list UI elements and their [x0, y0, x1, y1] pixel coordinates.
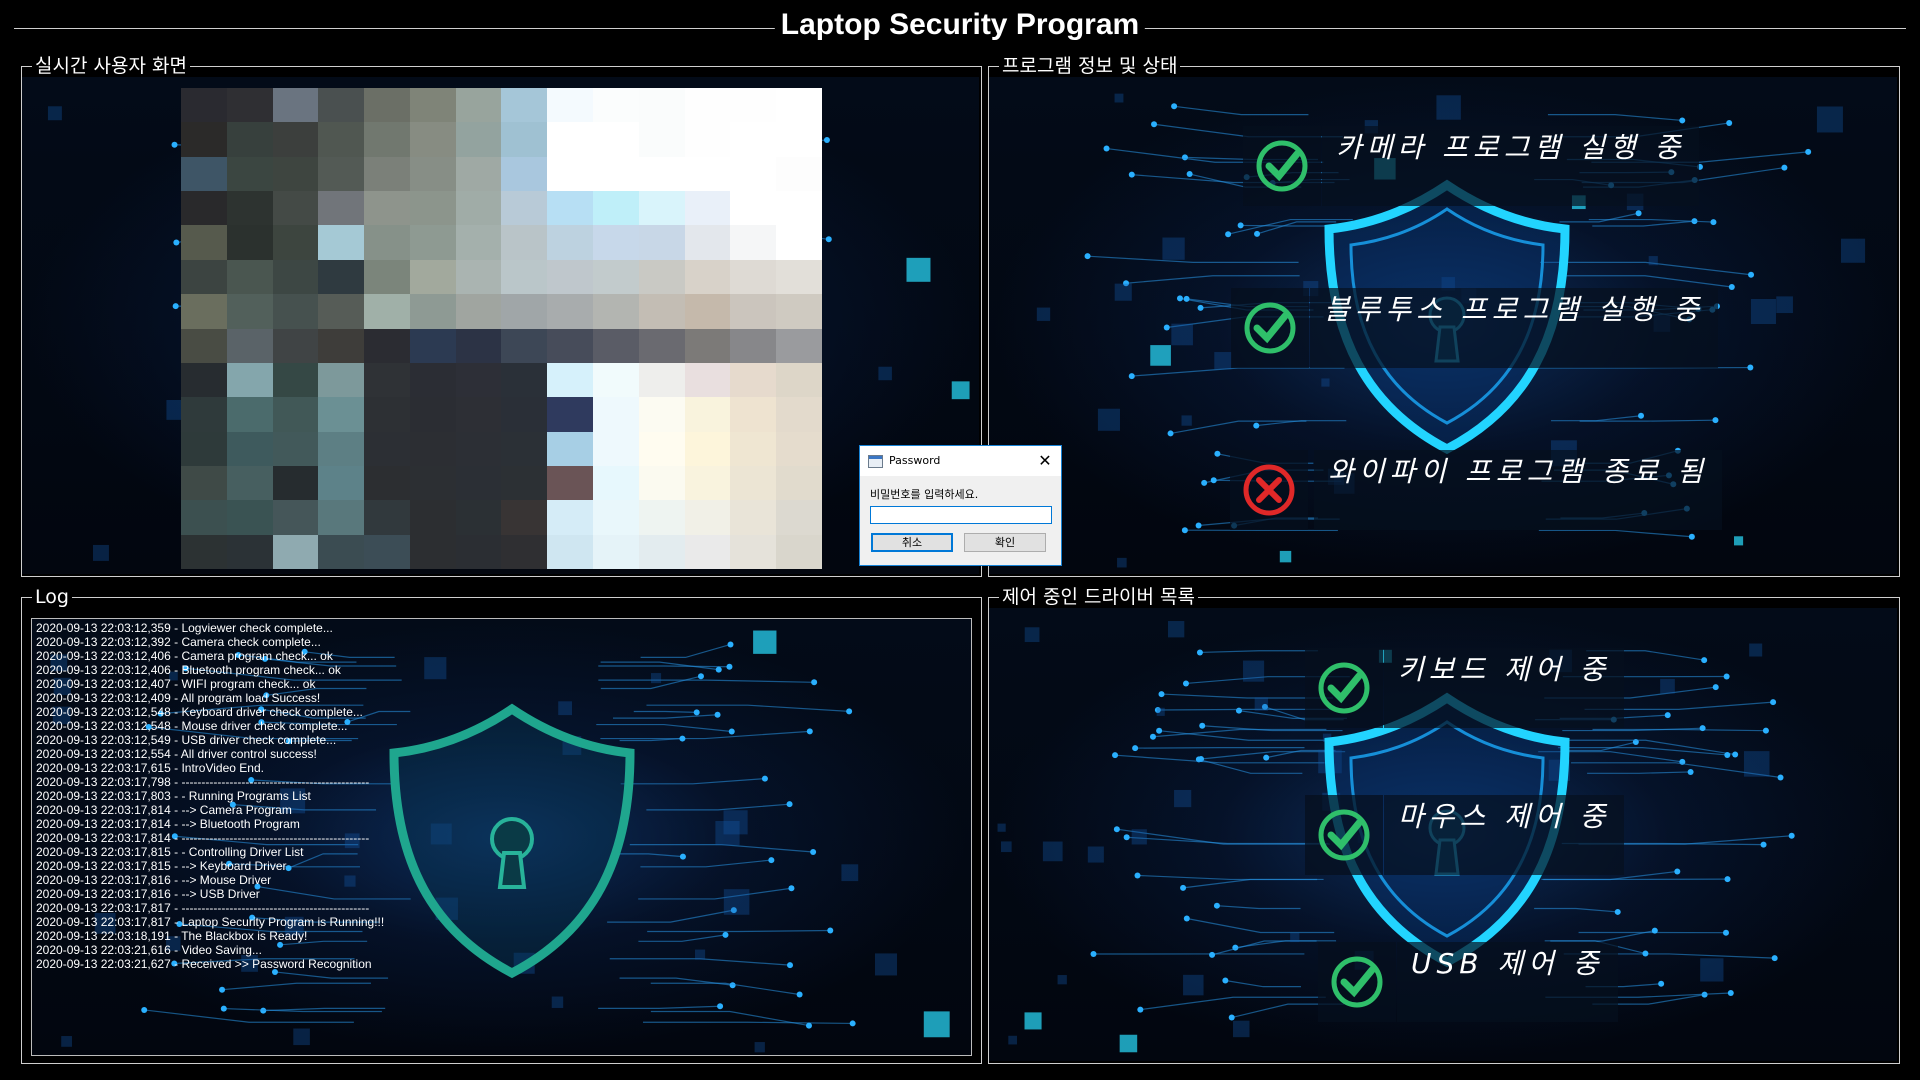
check-icon	[1305, 795, 1383, 875]
log-line: 2020-09-13 22:03:17,815 - - Controlling …	[36, 845, 304, 859]
status-wifi-label: 와이파이 프로그램 종료 됨	[1314, 450, 1723, 530]
status-bluetooth-label: 블루투스 프로그램 실행 중	[1310, 288, 1719, 368]
x-icon	[1230, 450, 1308, 530]
log-line: 2020-09-13 22:03:12,406 - Camera program…	[36, 649, 333, 663]
log-line: 2020-09-13 22:03:17,615 - IntroVideo End…	[36, 761, 264, 775]
log-line: 2020-09-13 22:03:17,814 - --> Camera Pro…	[36, 803, 292, 817]
drivers-title: 제어 중인 드라이버 목록	[999, 584, 1198, 610]
log-line: 2020-09-13 22:03:17,798 - --------------…	[36, 775, 370, 789]
log-line: 2020-09-13 22:03:17,803 - - Running Prog…	[36, 789, 311, 803]
log-line: 2020-09-13 22:03:12,548 - Keyboard drive…	[36, 705, 363, 719]
dialog-titlebar[interactable]: Password ✕	[860, 446, 1061, 476]
log-line: 2020-09-13 22:03:12,548 - Mouse driver c…	[36, 719, 348, 733]
log-line: 2020-09-13 22:03:21,616 - Video Saving..…	[36, 943, 262, 957]
ok-button[interactable]: 확인	[964, 533, 1046, 552]
password-input[interactable]	[870, 506, 1052, 524]
log-line: 2020-09-13 22:03:12,549 - USB driver che…	[36, 733, 337, 747]
log-lines: 2020-09-13 22:03:12,359 - Logviewer chec…	[36, 621, 384, 971]
app-title: Laptop Security Program	[774, 8, 1146, 42]
program-status-title: 프로그램 정보 및 상태	[999, 53, 1181, 79]
dialog-title: Password	[889, 454, 941, 467]
log-line: 2020-09-13 22:03:17,816 - --> USB Driver	[36, 887, 260, 901]
log-line: 2020-09-13 22:03:12,359 - Logviewer chec…	[36, 621, 333, 635]
log-title: Log	[32, 584, 72, 610]
log-line: 2020-09-13 22:03:17,814 - --> Bluetooth …	[36, 817, 300, 831]
log-line: 2020-09-13 22:03:12,407 - WIFI program c…	[36, 677, 316, 691]
window-icon	[868, 455, 883, 468]
log-line: 2020-09-13 22:03:17,814 - --------------…	[36, 831, 370, 845]
check-icon	[1318, 942, 1396, 1022]
password-prompt: 비밀번호를 입력하세요.	[870, 488, 979, 501]
shield-icon	[389, 703, 635, 979]
log-line: 2020-09-13 22:03:12,406 - Bluetooth prog…	[36, 663, 341, 677]
check-icon	[1243, 126, 1321, 206]
driver-mouse-label: 마우스 제어 중	[1384, 795, 1625, 875]
check-icon	[1305, 648, 1383, 728]
log-viewer[interactable]: 2020-09-13 22:03:12,359 - Logviewer chec…	[31, 618, 972, 1056]
log-line: 2020-09-13 22:03:18,191 - The Blackbox i…	[36, 929, 308, 943]
status-camera-label: 카메라 프로그램 실행 중	[1322, 126, 1700, 206]
log-line: 2020-09-13 22:03:12,392 - Camera check c…	[36, 635, 321, 649]
live-screen-title: 실시간 사용자 화면	[32, 53, 190, 79]
driver-usb-label: USB 제어 중	[1397, 942, 1618, 1022]
log-line: 2020-09-13 22:03:17,817 - Laptop Securit…	[36, 915, 385, 929]
log-line: 2020-09-13 22:03:12,409 - All program lo…	[36, 691, 321, 705]
driver-keyboard-label: 키보드 제어 중	[1384, 648, 1625, 728]
log-line: 2020-09-13 22:03:17,816 - --> Mouse Driv…	[36, 873, 272, 887]
live-user-screen	[181, 88, 822, 569]
close-icon[interactable]: ✕	[1029, 446, 1061, 476]
log-line: 2020-09-13 22:03:17,815 - --> Keyboard D…	[36, 859, 287, 873]
password-dialog: Password ✕ 비밀번호를 입력하세요. 취소 확인	[859, 445, 1062, 566]
check-icon	[1231, 288, 1309, 368]
log-line: 2020-09-13 22:03:17,817 - --------------…	[36, 901, 370, 915]
log-line: 2020-09-13 22:03:21,627 - Received >> Pa…	[36, 957, 372, 971]
cancel-button[interactable]: 취소	[871, 533, 953, 552]
log-line: 2020-09-13 22:03:12,554 - All driver con…	[36, 747, 317, 761]
